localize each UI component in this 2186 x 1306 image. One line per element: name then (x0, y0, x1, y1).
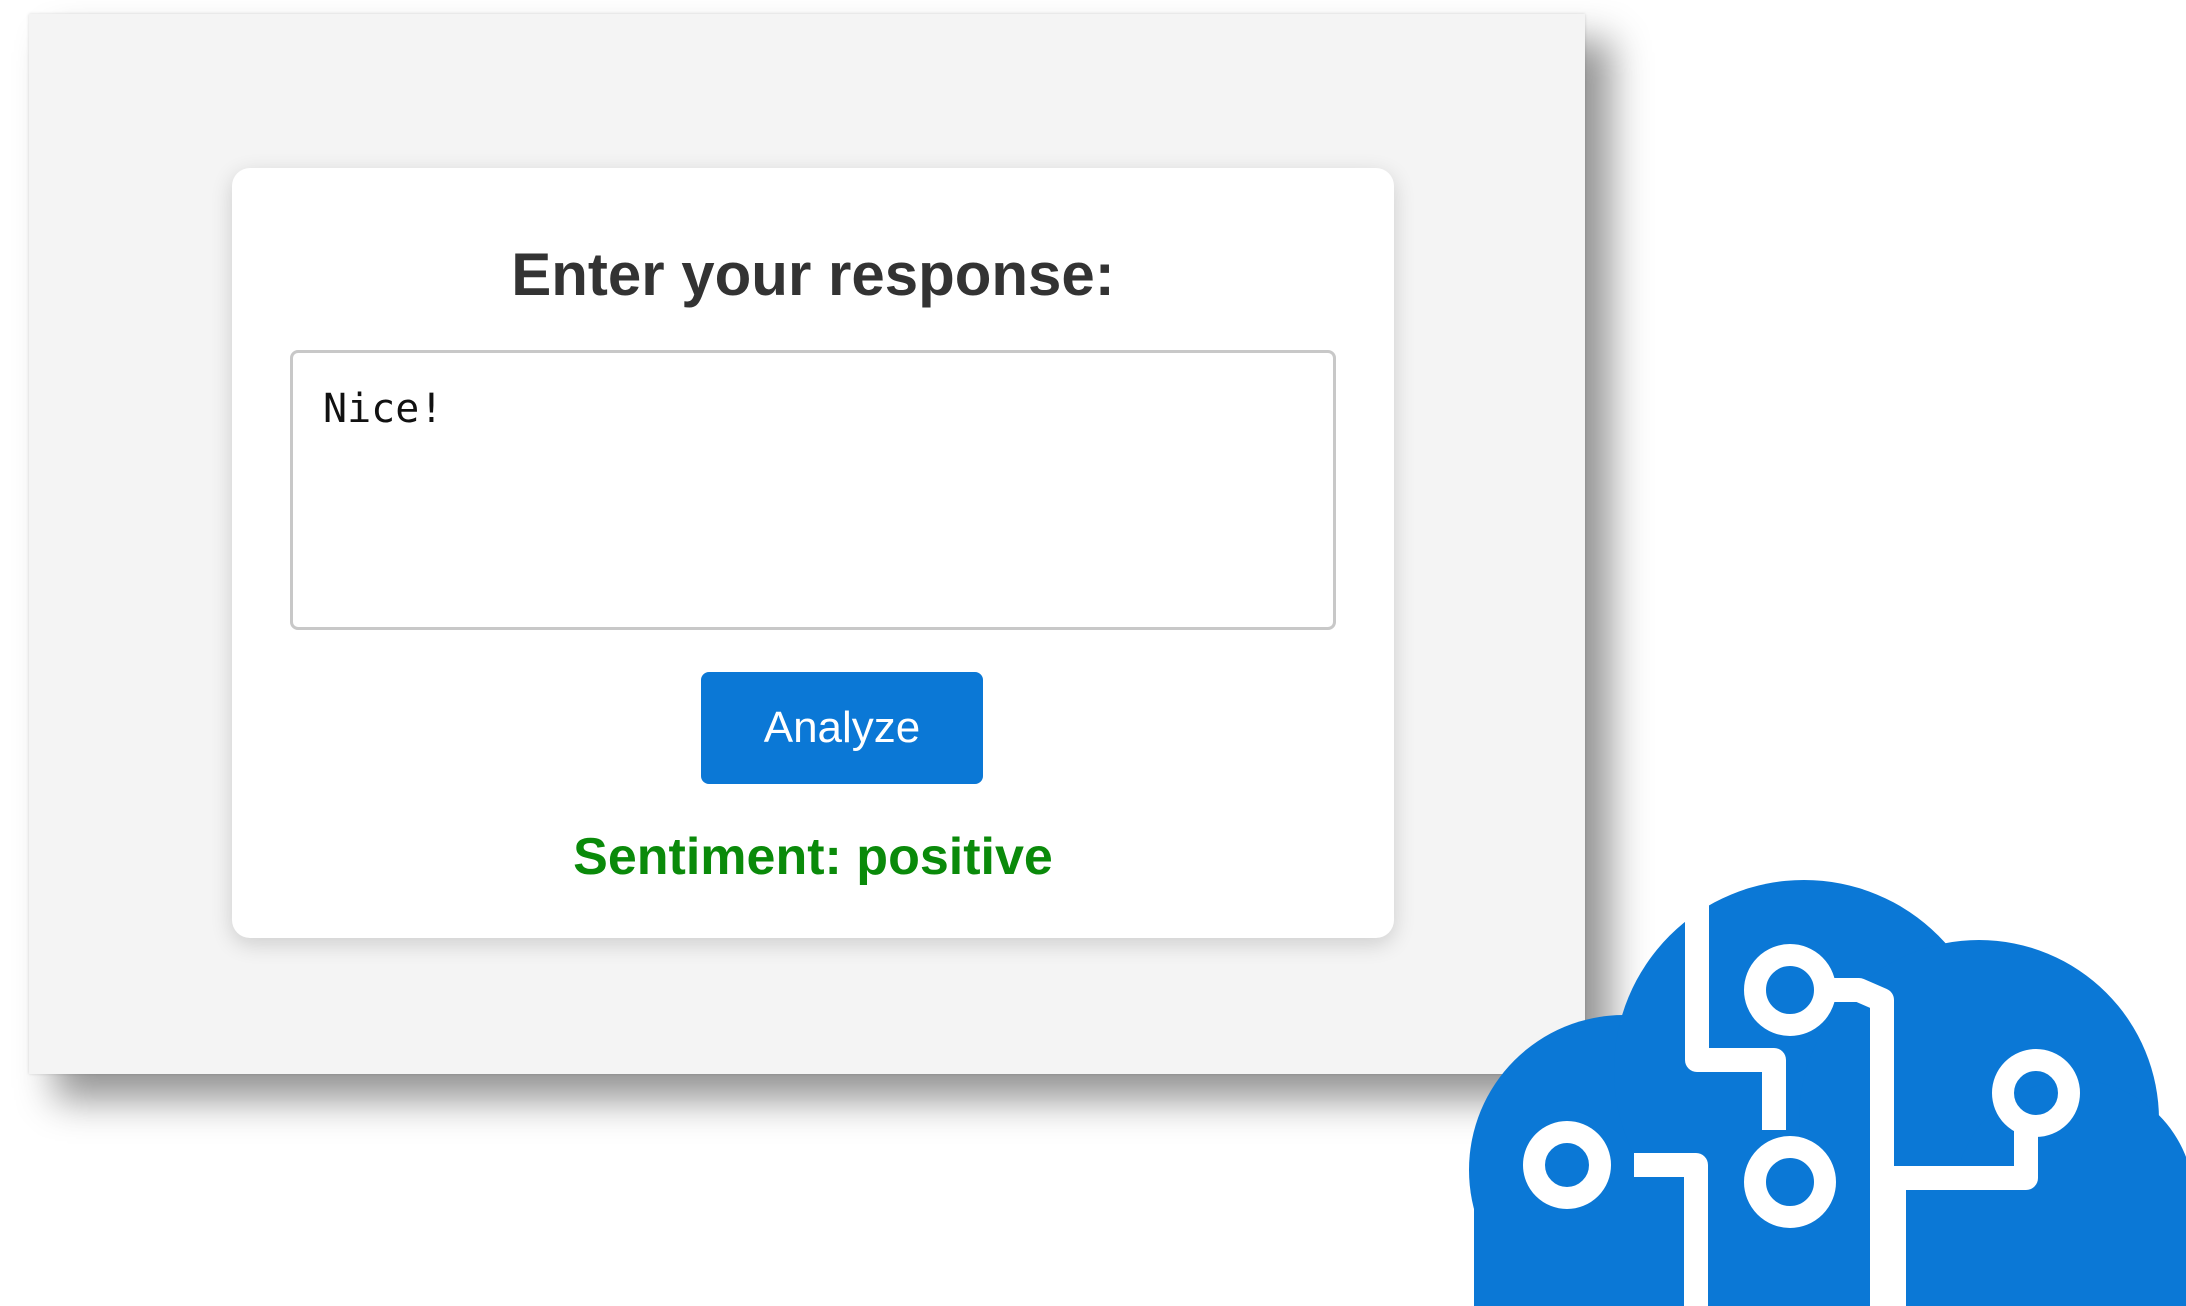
response-input[interactable]: Nice! (290, 350, 1336, 630)
cloud-brain-circuit-icon (1469, 880, 2186, 1306)
sentiment-result: Sentiment: positive (573, 828, 1053, 886)
app-window: Enter your response: Nice! Analyze Senti… (29, 14, 1585, 1074)
analyze-button[interactable]: Analyze (701, 672, 983, 784)
page-title: Enter your response: (511, 241, 1115, 308)
stage: Enter your response: Nice! Analyze Senti… (0, 0, 2186, 1306)
sentiment-card: Enter your response: Nice! Analyze Senti… (232, 168, 1394, 938)
